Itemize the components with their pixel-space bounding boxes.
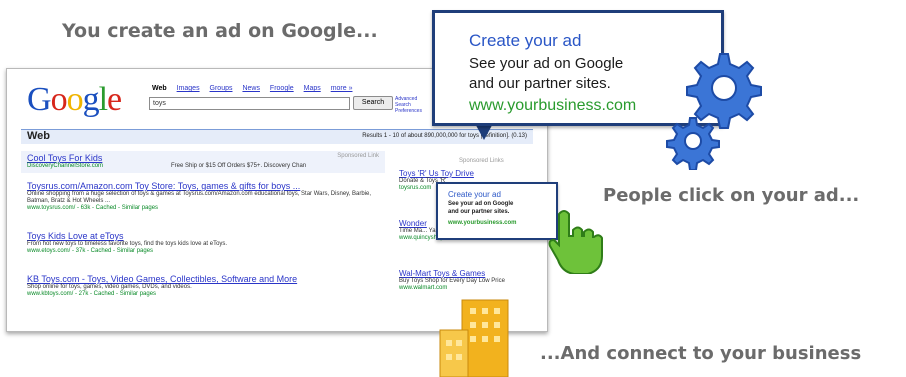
result-title[interactable]: Toysrus.com/Amazon.com Toy Store: Toys, …	[27, 181, 387, 191]
result-item[interactable]: KB Toys.com - Toys, Video Games, Collect…	[27, 274, 387, 297]
search-button[interactable]: Search	[353, 96, 393, 110]
top-ad-url: DiscoveryChannelStore.com	[27, 163, 104, 169]
result-item[interactable]: Toys Kids Love at eToys From hot new toy…	[27, 231, 387, 254]
side-ad-desc: Buy Toys Shop for Every Day Low Price	[399, 278, 505, 284]
result-desc: From hot new toys to timeless favorite t…	[27, 241, 228, 247]
nav-maps[interactable]: Maps	[304, 85, 321, 92]
small-callout-title: Create your ad	[448, 190, 501, 199]
small-callout-line2: and our partner sites.	[448, 209, 510, 215]
side-ad-title[interactable]: Toys 'R' Us Toy Drive	[399, 169, 539, 178]
result-url: www.toysrus.com/ - 63k - Cached - Simila…	[27, 205, 159, 211]
result-url: www.kbtoys.com/ - 27k - Cached - Similar…	[27, 291, 157, 297]
section-label: Web	[27, 130, 51, 142]
result-url: www.etoys.com/ - 37k - Cached - Similar …	[27, 248, 154, 254]
callout-line2: and our partner sites.	[469, 75, 611, 92]
side-ad-url: www.walmart.com	[399, 285, 448, 291]
nav-web[interactable]: Web	[152, 85, 167, 92]
nav-froogle[interactable]: Froogle	[270, 85, 294, 92]
search-nav: Web Images Groups News Froogle Maps more…	[152, 85, 360, 92]
ad-small-callout[interactable]: Create your ad See your ad on Google and…	[436, 182, 558, 240]
result-desc: Shop online for toys, games, video games…	[27, 284, 192, 290]
sponsored-link-label: Sponsored Link	[337, 153, 379, 159]
caption-connect-business: ...And connect to your business	[540, 343, 862, 364]
result-title[interactable]: KB Toys.com - Toys, Video Games, Collect…	[27, 274, 387, 284]
nav-images[interactable]: Images	[177, 85, 200, 92]
nav-groups[interactable]: Groups	[210, 85, 233, 92]
search-input[interactable]: toys	[149, 97, 350, 110]
small-callout-line1: See your ad on Google	[448, 201, 514, 207]
results-count: Results 1 - 10 of about 890,000,000 for …	[362, 133, 527, 139]
callout-title: Create your ad	[469, 31, 582, 50]
nav-news[interactable]: News	[242, 85, 260, 92]
callout-line1: See your ad on Google	[469, 55, 624, 72]
callout-url: www.yourbusiness.com	[469, 97, 637, 114]
top-ad-title[interactable]: Cool Toys For Kids	[27, 153, 102, 163]
sponsored-links-label: Sponsored Links	[459, 158, 504, 164]
top-sponsored-ad[interactable]: Cool Toys For Kids DiscoveryChannelStore…	[21, 151, 385, 173]
result-desc: Online shopping from a huge selection of…	[27, 191, 372, 204]
side-ad-title[interactable]: Wal-Mart Toys & Games	[399, 269, 539, 278]
hand-cursor-icon	[548, 210, 603, 274]
building-icon	[439, 299, 509, 377]
gears-icon	[666, 53, 762, 170]
result-item[interactable]: Toysrus.com/Amazon.com Toy Store: Toys, …	[27, 181, 387, 211]
google-logo: Google	[27, 81, 122, 118]
caption-create-ad: You create an ad on Google...	[62, 20, 378, 42]
result-title[interactable]: Toys Kids Love at eToys	[27, 231, 387, 241]
results-header-bar: Web Results 1 - 10 of about 890,000,000 …	[21, 129, 533, 144]
caption-people-click: People click on your ad...	[603, 185, 860, 206]
top-ad-desc: Free Ship or $15 Off Orders $75+. Discov…	[171, 163, 307, 169]
nav-more[interactable]: more »	[331, 85, 353, 92]
side-ad[interactable]: Wal-Mart Toys & Games Buy Toys Shop for …	[399, 269, 539, 291]
advanced-search-link[interactable]: Advanced Search Preferences	[395, 96, 425, 114]
small-callout-url: www.yourbusiness.com	[448, 220, 517, 226]
